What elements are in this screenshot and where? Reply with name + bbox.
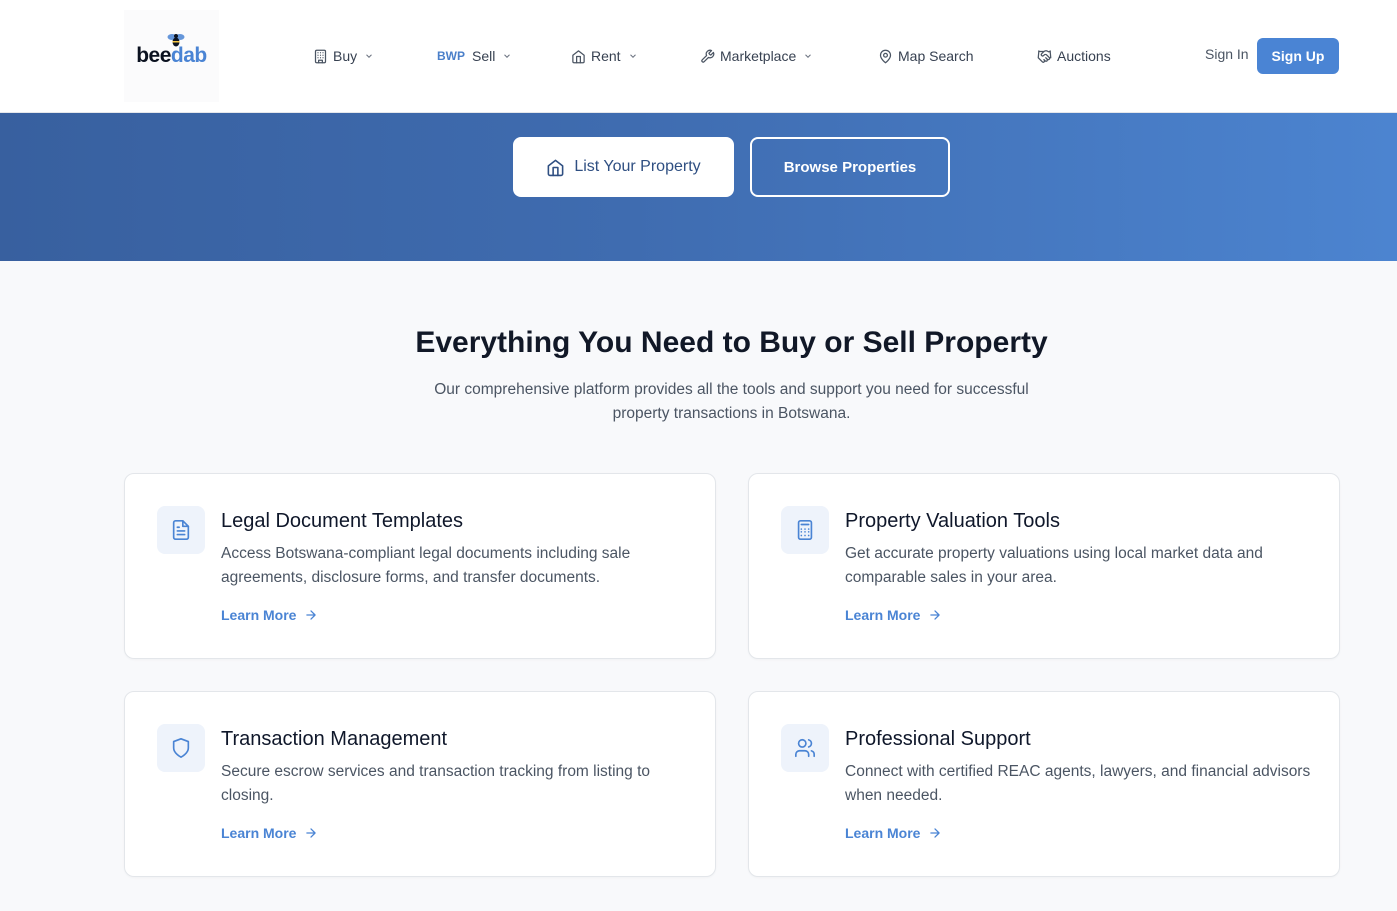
learn-more-link[interactable]: Learn More (845, 607, 942, 623)
nav-rent[interactable]: Rent (571, 46, 638, 66)
nav-auctions-label: Auctions (1057, 48, 1111, 64)
nav-sell[interactable]: BWP Sell (437, 46, 512, 66)
feature-card-valuation-tools: Property Valuation Tools Get accurate pr… (748, 473, 1340, 659)
calculator-icon (797, 520, 813, 540)
sign-up-button[interactable]: Sign Up (1257, 38, 1339, 74)
feature-description: Secure escrow services and transaction t… (221, 763, 651, 804)
feature-card-professional-support: Professional Support Connect with certif… (748, 691, 1340, 877)
list-property-label: List Your Property (574, 158, 701, 175)
feature-icon-container (781, 724, 829, 772)
section-title: Everything You Need to Buy or Sell Prope… (415, 326, 1048, 359)
nav-map-search[interactable]: Map Search (878, 46, 973, 66)
feature-description: Get accurate property valuations using l… (845, 545, 1263, 586)
arrow-right-icon (930, 828, 941, 838)
section-subtitle: Our comprehensive platform provides all … (434, 381, 1029, 422)
feature-card-transaction-management: Transaction Management Secure escrow ser… (124, 691, 716, 877)
learn-more-link[interactable]: Learn More (221, 607, 318, 623)
learn-more-link[interactable]: Learn More (845, 825, 942, 841)
nav-buy-label: Buy (333, 48, 358, 64)
wrench-icon (701, 49, 715, 63)
feature-title: Professional Support (845, 728, 1031, 750)
learn-more-label: Learn More (221, 607, 297, 623)
arrow-right-icon (930, 610, 941, 620)
feature-card-legal-documents: Legal Document Templates Access Botswana… (124, 473, 716, 659)
currency-badge: BWP (437, 49, 465, 63)
chevron-down-icon (805, 54, 812, 58)
nav-map-search-label: Map Search (898, 48, 974, 64)
chevron-down-icon (629, 54, 636, 58)
nav-sell-label: Sell (472, 48, 496, 64)
learn-more-link[interactable]: Learn More (221, 825, 318, 841)
arrow-right-icon (306, 828, 317, 838)
feature-icon-container (781, 506, 829, 554)
building-icon (314, 49, 327, 63)
feature-icon-container (157, 506, 205, 554)
learn-more-label: Learn More (845, 607, 921, 623)
nav-auctions[interactable]: Auctions (1037, 46, 1111, 66)
feature-title: Property Valuation Tools (845, 510, 1060, 532)
learn-more-label: Learn More (845, 825, 921, 841)
list-property-button[interactable]: List Your Property (513, 137, 734, 197)
chevron-down-icon (366, 54, 372, 58)
site-header: beedab Buy BWP Sell Rent Marketplace Map… (0, 0, 1397, 113)
feature-title: Legal Document Templates (221, 510, 463, 532)
nav-marketplace-label: Marketplace (720, 48, 797, 64)
main-nav: Buy BWP Sell Rent Marketplace Map Search… (0, 0, 1397, 113)
chevron-down-icon (504, 54, 511, 58)
shield-icon (172, 738, 190, 758)
nav-marketplace[interactable]: Marketplace (700, 46, 813, 66)
map-pin-icon (879, 49, 892, 63)
learn-more-label: Learn More (221, 825, 297, 841)
feature-description: Access Botswana-compliant legal document… (221, 545, 631, 586)
house-icon (572, 49, 585, 63)
handshake-icon (1037, 49, 1052, 63)
browse-properties-button[interactable]: Browse Properties (750, 137, 950, 197)
arrow-right-icon (306, 610, 317, 620)
hero-banner: List Your Property Browse Properties (0, 113, 1397, 261)
feature-description: Connect with certified REAC agents, lawy… (845, 763, 1311, 804)
nav-buy[interactable]: Buy (313, 46, 374, 66)
users-icon (795, 738, 815, 758)
sign-in-link[interactable]: Sign In (1205, 46, 1249, 62)
feature-icon-container (157, 724, 205, 772)
house-icon (547, 159, 564, 176)
nav-rent-label: Rent (591, 48, 621, 64)
feature-title: Transaction Management (221, 728, 448, 750)
document-icon (172, 520, 190, 540)
